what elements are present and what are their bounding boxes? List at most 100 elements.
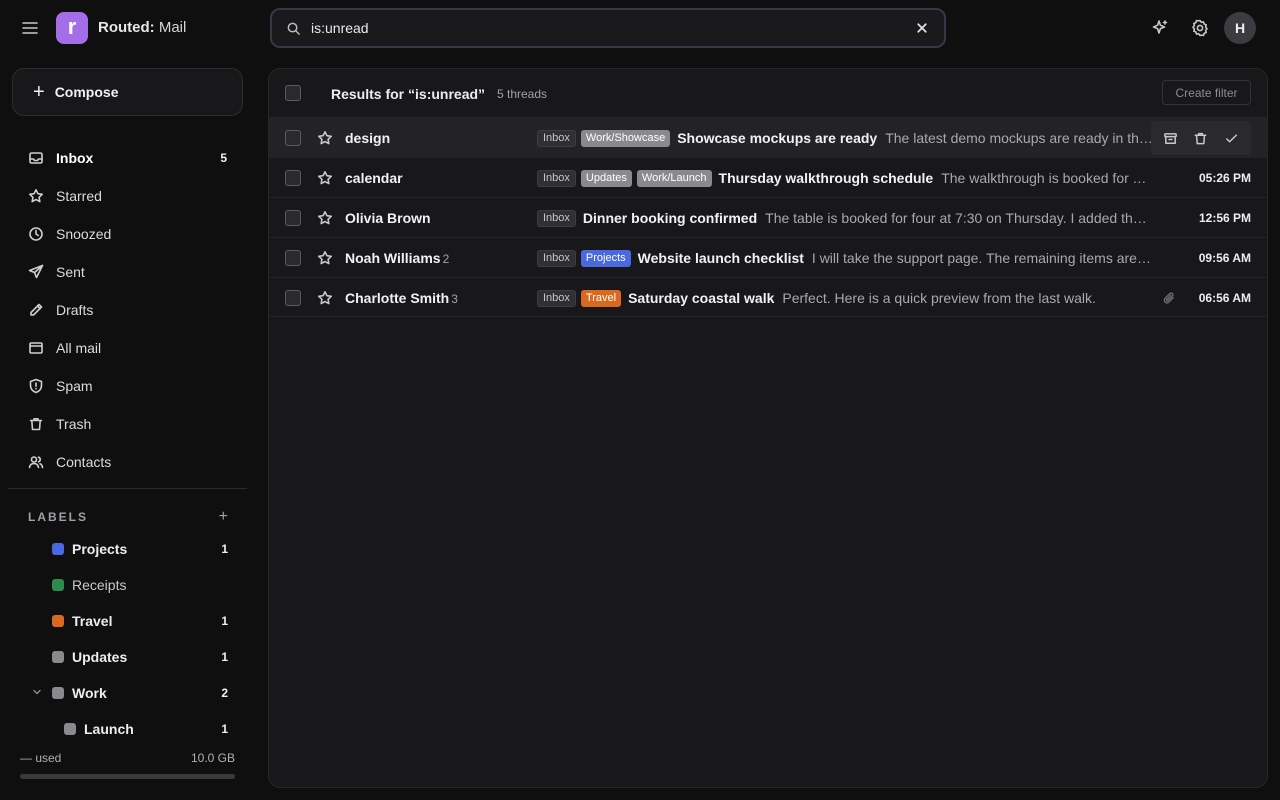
label-count: 1 (221, 650, 228, 664)
label-color-swatch (52, 579, 64, 591)
storage-bar (20, 774, 235, 779)
tag-inbox: Inbox (537, 209, 576, 227)
thread-content: Inbox Updates Work/Launch Thursday walkt… (537, 158, 1153, 198)
thread-time: 05:26 PM (1198, 171, 1251, 185)
thread-time: 12:56 PM (1198, 211, 1251, 225)
thread-snippet: The latest demo mockups are ready in the… (885, 130, 1153, 146)
label-color-swatch (52, 615, 64, 627)
tag-inbox: Inbox (537, 129, 576, 147)
star-icon[interactable] (317, 130, 333, 146)
thread-subject: Website launch checklist (637, 250, 804, 266)
row-checkbox[interactable] (285, 130, 301, 146)
sidebar-item-trash[interactable]: Trash (12, 405, 243, 443)
results-panel: Results for “is:unread” 5 threads Create… (268, 68, 1268, 788)
app-logo: r (56, 12, 88, 44)
star-icon (29, 189, 43, 203)
sidebar-item-starred[interactable]: Starred (12, 177, 243, 215)
row-checkbox[interactable] (285, 250, 301, 266)
app-title: Routed: Mail (98, 19, 187, 36)
thread-subject: Thursday walkthrough schedule (718, 170, 934, 186)
thread-snippet: I will take the support page. The remain… (811, 250, 1153, 266)
tag-label: Projects (580, 249, 631, 267)
star-icon[interactable] (317, 170, 333, 186)
create-filter-button[interactable]: Create filter (1162, 80, 1251, 105)
thread-subject: Dinner booking confirmed (582, 210, 758, 226)
row-checkbox[interactable] (285, 210, 301, 226)
label-color-swatch (64, 723, 76, 735)
thread-time: 06:56 AM (1198, 291, 1251, 305)
row-checkbox[interactable] (285, 290, 301, 306)
thread-row[interactable]: Charlotte Smith 3 Inbox Travel Saturday c… (269, 277, 1267, 317)
star-icon[interactable] (317, 250, 333, 266)
inbox-icon (29, 152, 43, 164)
trash-icon (29, 418, 43, 431)
thread-sender: calendar (345, 170, 403, 186)
sidebar-item-sent[interactable]: Sent (12, 253, 243, 291)
menu-icon[interactable] (20, 18, 40, 38)
tag-label: Work/Showcase (580, 129, 671, 147)
plus-icon: + (33, 81, 45, 103)
sidebar-item-inbox[interactable]: Inbox 5 (12, 139, 243, 177)
archive-icon (29, 342, 43, 354)
thread-sender: Noah Williams 2 (345, 250, 450, 266)
label-color-swatch (52, 687, 64, 699)
archive-icon[interactable] (1163, 131, 1178, 146)
add-label-button[interactable]: + (219, 509, 228, 525)
paperclip-icon (1163, 292, 1175, 304)
tag-label: Work/Launch (636, 169, 712, 187)
label-work[interactable]: Work (52, 681, 107, 705)
labels-header: LABELS + (28, 508, 228, 525)
thread-snippet: The walkthrough is booked for Thursday a… (941, 170, 1153, 186)
storage-usage: — used 10.0 GB (20, 751, 235, 765)
sidebar-item-drafts[interactable]: Drafts (12, 291, 243, 329)
results-title: Results for “is:unread” (331, 86, 486, 102)
thread-content: Inbox Work/Showcase Showcase mockups are… (537, 118, 1153, 158)
sidebar-item-spam[interactable]: Spam (12, 367, 243, 405)
tag-inbox: Inbox (537, 289, 576, 307)
search-bar[interactable] (270, 8, 946, 48)
user-avatar[interactable]: H (1224, 12, 1256, 44)
label-count: 1 (221, 614, 228, 628)
label-launch[interactable]: Launch (64, 717, 134, 741)
label-receipts[interactable]: Receipts (52, 573, 126, 597)
thread-row[interactable]: design Inbox Work/Showcase Showcase mock… (269, 117, 1267, 157)
thread-time: 09:56 AM (1198, 251, 1251, 265)
trash-icon[interactable] (1193, 131, 1208, 146)
thread-row[interactable]: Noah Williams 2 Inbox Projects Website la… (269, 237, 1267, 277)
thread-message-count: 2 (442, 252, 450, 266)
label-updates[interactable]: Updates (52, 645, 127, 669)
row-checkbox[interactable] (285, 170, 301, 186)
search-input[interactable] (311, 20, 914, 36)
mark-read-check-icon[interactable] (1224, 131, 1239, 146)
label-projects[interactable]: Projects (52, 537, 127, 561)
sparkle-icon[interactable] (1150, 18, 1170, 38)
label-travel[interactable]: Travel (52, 609, 112, 633)
star-icon[interactable] (317, 210, 333, 226)
thread-row[interactable]: Olivia Brown Inbox Dinner booking confir… (269, 197, 1267, 237)
sidebar-item-contacts[interactable]: Contacts (12, 443, 243, 481)
row-actions (1151, 121, 1251, 155)
thread-subject: Saturday coastal walk (628, 290, 775, 306)
label-color-swatch (52, 651, 64, 663)
thread-snippet: Perfect. Here is a quick preview from th… (782, 290, 1096, 306)
thread-snippet: The table is booked for four at 7:30 on … (765, 210, 1153, 226)
sidebar-nav: Inbox 5 Starred Snoozed Sent Drafts All … (12, 139, 243, 481)
sidebar-item-snoozed[interactable]: Snoozed (12, 215, 243, 253)
label-count: 2 (221, 686, 228, 700)
settings-gear-icon[interactable] (1190, 18, 1210, 38)
star-icon[interactable] (317, 290, 333, 306)
results-header: Results for “is:unread” 5 threads Create… (269, 69, 1267, 118)
users-icon (28, 456, 44, 469)
thread-sender: Olivia Brown (345, 210, 431, 226)
thread-message-count: 3 (451, 292, 458, 306)
tag-inbox: Inbox (537, 169, 576, 187)
select-all-checkbox[interactable] (285, 85, 301, 101)
chevron-down-icon[interactable] (32, 687, 42, 697)
thread-row[interactable]: calendar Inbox Updates Work/Launch Thurs… (269, 157, 1267, 197)
clear-search-icon[interactable] (914, 20, 930, 36)
compose-button[interactable]: + Compose (12, 68, 243, 116)
tag-label: Updates (580, 169, 632, 187)
search-icon (287, 22, 300, 35)
sidebar-item-all-mail[interactable]: All mail (12, 329, 243, 367)
thread-content: Inbox Travel Saturday coastal walk Perfe… (537, 278, 1153, 318)
